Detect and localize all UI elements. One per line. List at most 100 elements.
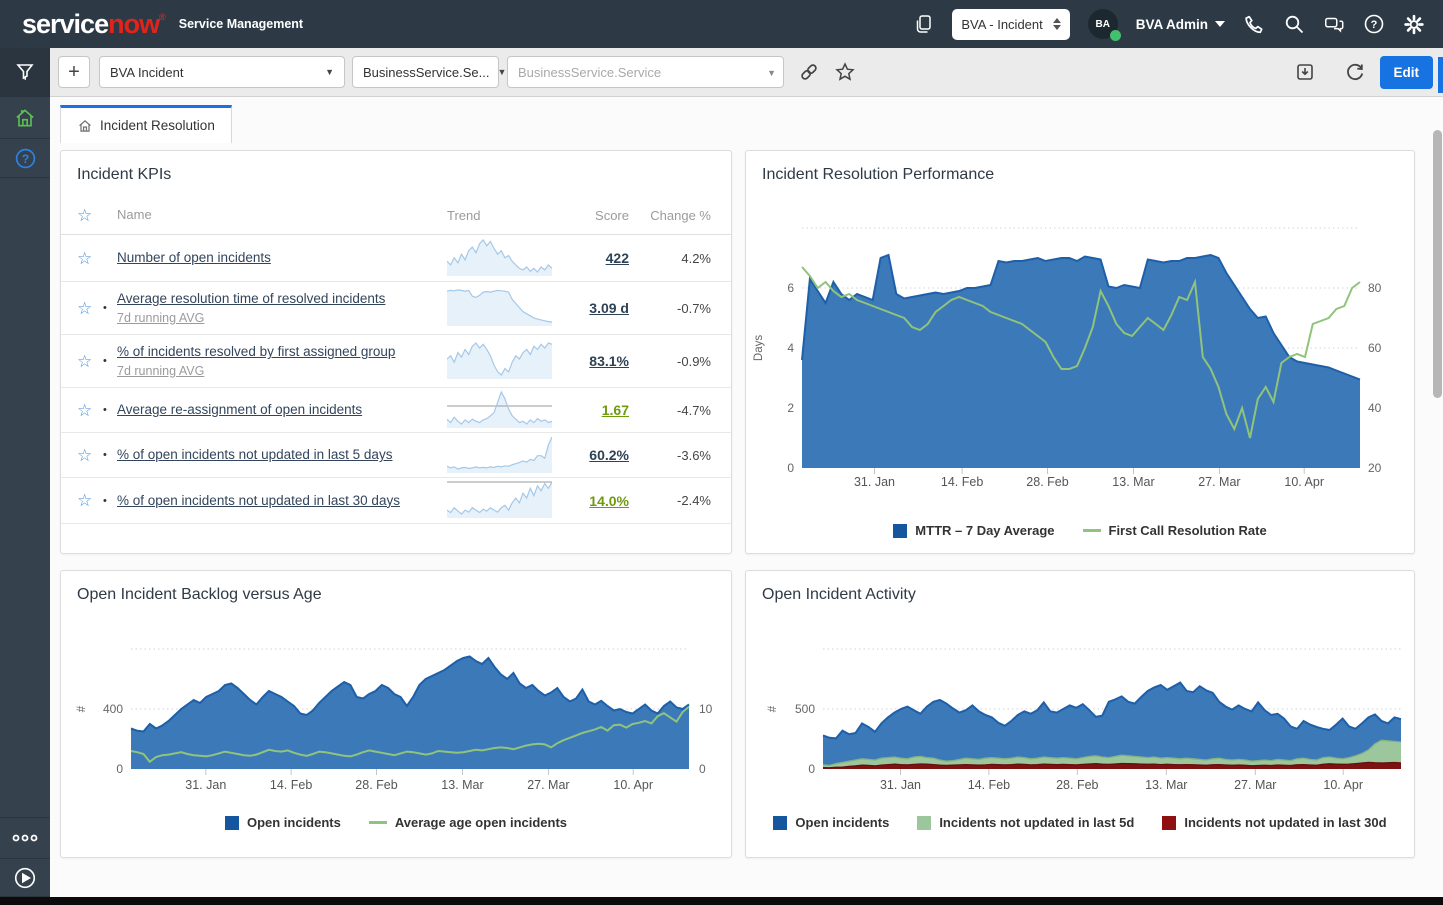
kpi-subtitle[interactable]: 7d running AVG [117,309,447,327]
legend-label: Open incidents [795,815,889,830]
kpi-name-link[interactable]: % of incidents resolved by first assigne… [117,344,395,359]
scrollbar-thumb[interactable] [1433,130,1442,398]
kpi-name-link[interactable]: Average resolution time of resolved inci… [117,291,385,306]
sidebar-item-help[interactable]: ? [0,139,50,178]
legend-item[interactable]: First Call Resolution Rate [1083,523,1267,538]
kpi-row: ☆•Average resolution time of resolved in… [61,282,731,335]
svg-text:10: 10 [699,702,713,716]
sidebar-item-home[interactable] [0,97,50,139]
dashboard-select-value: BVA Incident [110,65,183,80]
kpi-score-link[interactable]: 14.0% [589,493,629,509]
legend-square-marker [893,524,907,538]
svg-text:27. Mar: 27. Mar [527,778,569,792]
kpi-subtitle[interactable]: 7d running AVG [117,362,447,380]
kpi-score-link[interactable]: 83.1% [589,353,629,369]
activity-chart: 31. Jan14. Feb28. Feb13. Mar27. Mar10. A… [746,607,1416,820]
star-icon[interactable]: ☆ [77,353,103,370]
svg-text:31. Jan: 31. Jan [854,475,895,489]
legend-item[interactable]: MTTR – 7 Day Average [893,523,1054,538]
kpi-name-link[interactable]: Number of open incidents [117,250,271,265]
link-icon[interactable] [798,61,820,83]
kpi-name-link[interactable]: Average re-assignment of open incidents [117,402,362,417]
star-icon: ☆ [77,207,103,224]
svg-text:6: 6 [787,281,794,295]
kpi-change-percent: -3.6% [629,448,711,463]
breakdown-element-input[interactable] [507,56,784,88]
tab-incident-resolution[interactable]: Incident Resolution [60,105,232,143]
star-icon[interactable]: ☆ [77,402,103,419]
legend-line-marker [1083,529,1101,532]
breakdown-select-value: BusinessService.Se... [363,65,489,80]
search-icon[interactable] [1283,13,1305,35]
question-icon: ? [14,147,37,170]
svg-text:28. Feb: 28. Feb [355,778,397,792]
kpi-row: ☆•% of open incidents not updated in las… [61,478,731,524]
sidebar-item-play[interactable] [0,859,50,897]
pages-icon[interactable] [912,13,934,35]
breakdown-select[interactable]: BusinessService.Se... ▼ [352,56,499,88]
svg-text:28. Feb: 28. Feb [1056,778,1098,792]
legend-label: Incidents not updated in last 30d [1184,815,1386,830]
indicator-dot: • [103,404,117,416]
chat-icon[interactable] [1323,13,1345,35]
legend-square-marker [225,816,239,830]
kpi-row: ☆ Number of open incidents 4224.2% [61,235,731,282]
favorite-star-icon[interactable] [834,61,856,83]
vertical-scrollbar[interactable] [1433,130,1442,890]
kpi-score-link[interactable]: 1.67 [602,402,629,418]
legend-item[interactable]: Open incidents [225,815,341,830]
svg-text:10. Apr: 10. Apr [1323,778,1363,792]
edit-button[interactable]: Edit [1380,56,1434,89]
scope-select-value: BVA - Incident [961,17,1042,32]
avatar[interactable]: BA [1088,9,1118,39]
phone-icon[interactable] [1243,13,1265,35]
add-tab-button[interactable]: + [58,56,90,88]
dropdown-arrow-icon: ▼ [489,67,506,77]
edge-indicator [1438,57,1443,93]
kpi-sparkline [447,433,557,478]
online-status-dot [1110,30,1121,41]
gear-icon[interactable] [1403,13,1425,35]
download-icon[interactable] [1294,61,1316,83]
kpi-sparkline [447,286,557,331]
star-icon[interactable]: ☆ [77,447,103,464]
star-icon[interactable]: ☆ [77,492,103,509]
legend-item[interactable]: Open incidents [773,815,889,830]
kpi-score: 60.2% [557,447,629,463]
column-header-change: Change % [629,208,711,223]
kpi-name-link[interactable]: % of open incidents not updated in last … [117,447,392,462]
kpi-score: 422 [557,250,629,266]
legend-label: First Call Resolution Rate [1109,523,1267,538]
logo-registered-mark: ® [159,12,165,22]
dashboard-select[interactable]: BVA Incident ▼ [99,56,345,88]
kpi-score-link[interactable]: 422 [606,250,629,266]
legend-item[interactable]: Incidents not updated in last 5d [917,815,1134,830]
legend-item[interactable]: Incidents not updated in last 30d [1162,815,1386,830]
left-sidebar: ? [0,48,50,897]
svg-text:31. Jan: 31. Jan [185,778,226,792]
svg-text:4: 4 [787,341,794,355]
sidebar-item-more[interactable] [0,817,50,859]
star-icon[interactable]: ☆ [77,300,103,317]
legend-square-marker [917,816,931,830]
svg-text:40: 40 [1368,401,1382,415]
legend-item[interactable]: Average age open incidents [369,815,567,830]
kpi-change-percent: 4.2% [629,251,711,266]
sidebar-item-filter[interactable] [0,48,50,97]
updown-arrows-icon [1053,18,1061,30]
svg-text:80: 80 [1368,281,1382,295]
kpi-score-link[interactable]: 3.09 d [589,300,629,316]
help-icon[interactable]: ? [1363,13,1385,35]
legend-label: MTTR – 7 Day Average [915,523,1054,538]
user-name-label: BVA Admin [1136,17,1208,32]
kpi-score: 1.67 [557,402,629,418]
kpi-score-link[interactable]: 60.2% [589,447,629,463]
svg-text:13. Mar: 13. Mar [441,778,483,792]
kpi-name-link[interactable]: % of open incidents not updated in last … [117,493,400,508]
refresh-icon[interactable] [1344,61,1366,83]
scope-select[interactable]: BVA - Incident [952,9,1069,40]
user-menu[interactable]: BVA Admin [1136,17,1225,32]
star-icon[interactable]: ☆ [77,250,103,267]
svg-text:27. Mar: 27. Mar [1234,778,1276,792]
svg-text:10. Apr: 10. Apr [1284,475,1324,489]
